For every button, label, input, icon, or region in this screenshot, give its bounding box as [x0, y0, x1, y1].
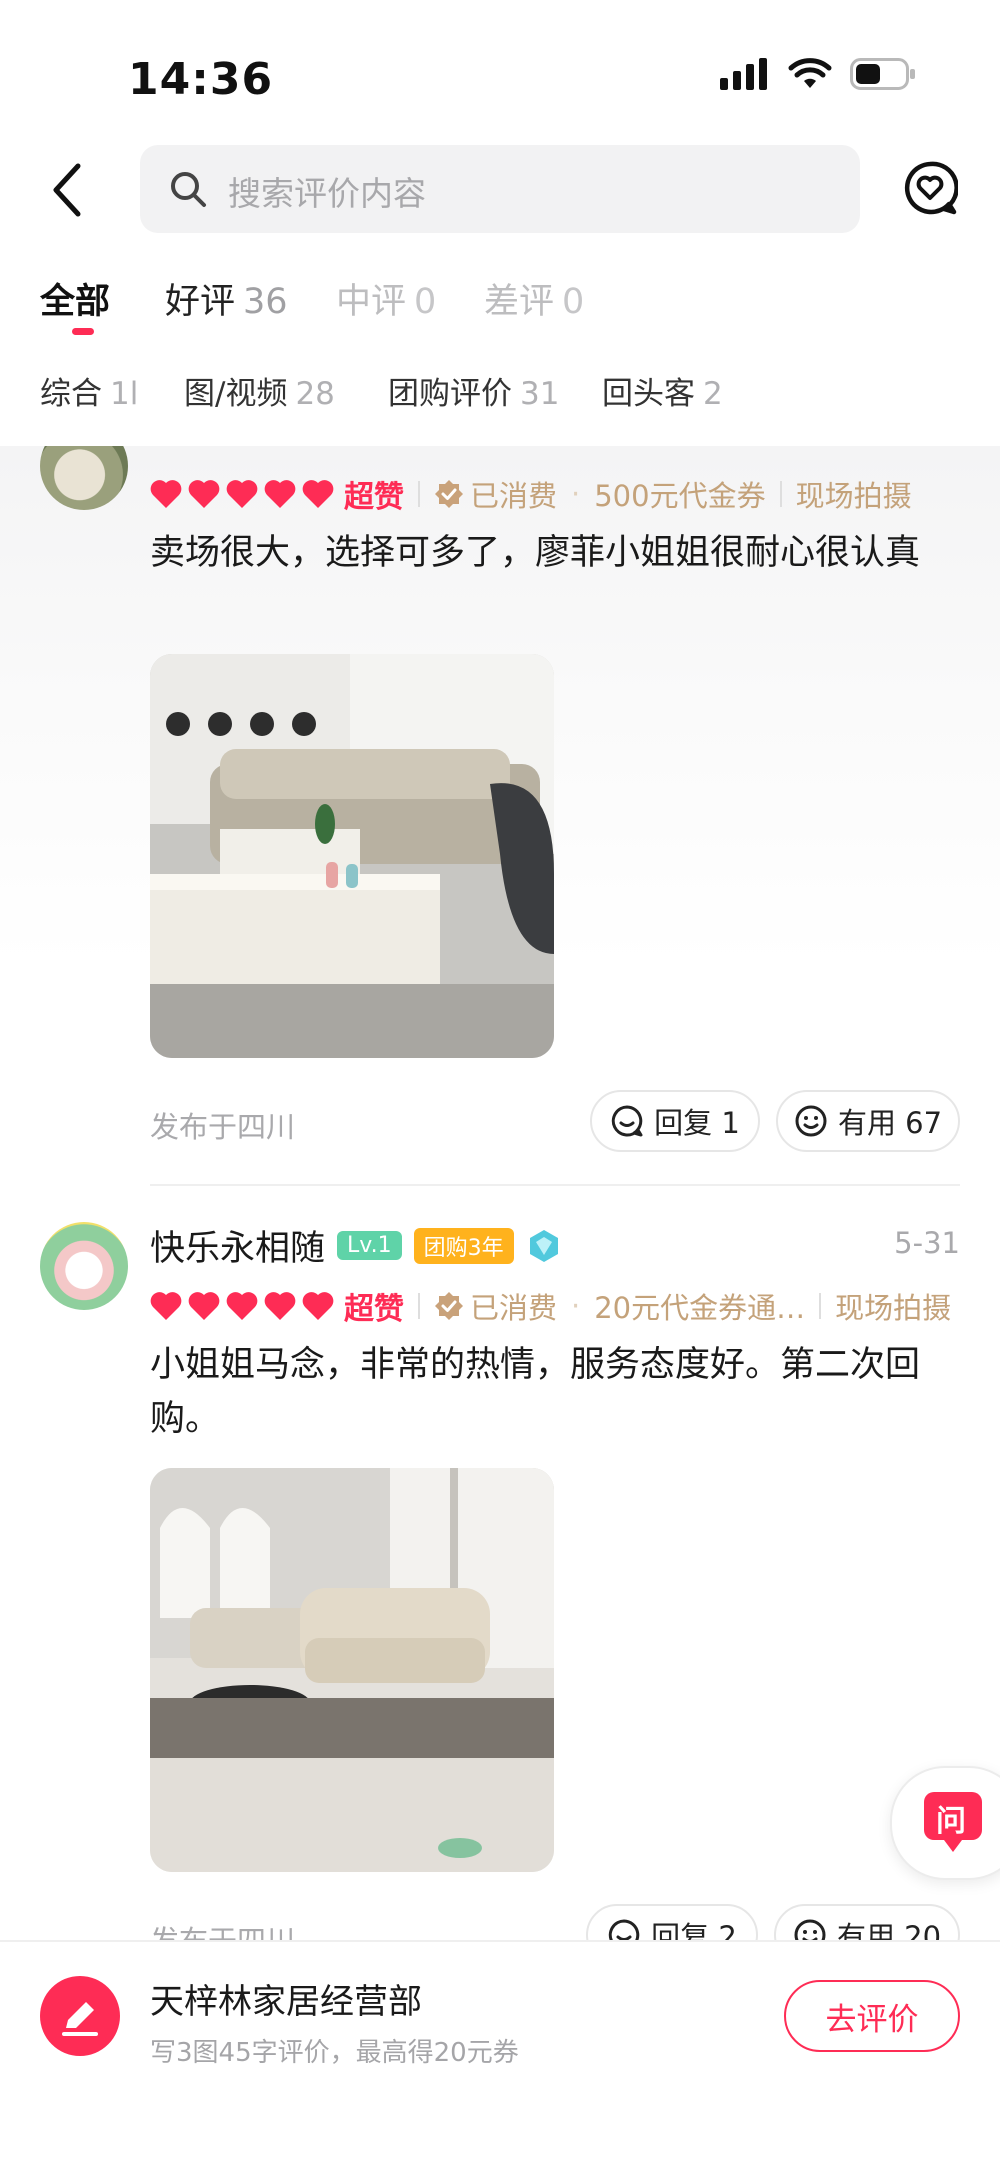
comment-icon: [608, 1919, 640, 1940]
heart-icon: [150, 1292, 182, 1320]
review-photo[interactable]: [150, 654, 554, 1058]
filter-overall[interactable]: 综合 1l: [40, 368, 138, 413]
ask-float-button[interactable]: 问: [890, 1766, 1000, 1880]
tag-onsite-photo: 现场拍摄: [835, 1291, 952, 1325]
rating-row: 超赞 已消费 · 20元代金券通… 现场拍摄: [150, 1284, 951, 1328]
heart-icon: [188, 1292, 220, 1320]
write-review-button[interactable]: 去评价: [784, 1980, 960, 2052]
tab-all[interactable]: 全部: [40, 273, 110, 324]
write-review-icon[interactable]: [40, 1976, 120, 2056]
divider: [819, 1293, 822, 1319]
smile-icon: [795, 1105, 827, 1137]
tab-negative[interactable]: 差评 0: [484, 273, 584, 324]
heart-icon: [150, 480, 182, 508]
filter-group-buy[interactable]: 团购评价 31: [388, 368, 559, 413]
search-icon: [171, 172, 206, 207]
write-review-bar: 天梓林家居经营部 写3图45字评价，最高得20元券 去评价: [0, 1940, 1000, 2176]
heart-icon: [226, 480, 258, 508]
heart-icon: [302, 480, 334, 508]
rating-hearts: [150, 1291, 334, 1321]
level-badge: Lv.1: [337, 1231, 402, 1260]
heart-icon: [188, 480, 220, 508]
review-text: 小姐姐马念，非常的热情，服务态度好。第二次回购。: [150, 1345, 921, 1439]
username[interactable]: 快乐永相随: [150, 1220, 325, 1271]
review-divider: [150, 1184, 960, 1186]
back-arrow-icon[interactable]: [48, 162, 88, 218]
status-icons: [720, 58, 916, 90]
shop-name: 天梓林家居经营部: [150, 1982, 422, 2022]
filter-photo-video[interactable]: 图/视频 28: [184, 368, 335, 413]
rating-hearts: [150, 479, 334, 509]
sofa-showroom-image: [150, 654, 554, 1058]
tab-positive[interactable]: 好评 36: [165, 273, 288, 324]
consumption-info: 已消费 · 500元代金券: [434, 473, 766, 515]
useful-button[interactable]: 有用 67: [776, 1090, 960, 1152]
verified-badge-icon: [435, 480, 463, 508]
smile-icon: [794, 1919, 826, 1940]
filter-returning[interactable]: 回头客 2: [602, 368, 723, 413]
status-time: 14:36: [128, 54, 274, 105]
search-input[interactable]: 搜索评价内容: [140, 145, 860, 233]
review-text: 卖场很大，选择可多了，廖菲小姐姐很耐心很认真: [150, 533, 921, 573]
wifi-icon: [788, 58, 832, 88]
reward-hint: 写3图45字评价，最高得20元券: [150, 2038, 519, 2068]
review-photo[interactable]: [150, 1468, 554, 1872]
review-date: 5-31: [894, 1226, 960, 1260]
ask-label: 问: [936, 1804, 966, 1839]
group-buy-badge: 团购3年: [413, 1227, 514, 1264]
tab-neutral[interactable]: 中评 0: [336, 273, 436, 324]
post-location: 发布于四川: [150, 1918, 295, 1940]
pencil-icon: [62, 2002, 98, 2036]
useful-button[interactable]: 有用 20: [774, 1904, 960, 1940]
rating-label: 超赞: [344, 480, 404, 515]
divider: [418, 1293, 420, 1319]
reply-button[interactable]: 回复 1: [590, 1090, 760, 1152]
post-location: 发布于四川: [150, 1110, 296, 1144]
tab-indicator: [72, 328, 94, 335]
heart-chat-icon[interactable]: [902, 160, 958, 216]
search-placeholder: 搜索评价内容: [228, 174, 426, 213]
heart-icon: [264, 1292, 296, 1320]
divider: [418, 481, 420, 507]
tag-onsite-photo: 现场拍摄: [795, 479, 912, 513]
rating-row: 超赞 已消费 · 500元代金券 现场拍摄: [150, 472, 912, 516]
heart-icon: [264, 480, 296, 508]
heart-icon: [226, 1292, 258, 1320]
review-list[interactable]: 超赞 已消费 · 500元代金券 现场拍摄 卖场很大，选择可多了，廖菲小姐姐很耐心很…: [0, 446, 1000, 1940]
sofa-showroom-image: [150, 1468, 554, 1872]
heart-icon: [302, 1292, 334, 1320]
user-info: 快乐永相随 Lv.1 团购3年: [150, 1220, 562, 1271]
signal-icon: [720, 58, 767, 90]
avatar[interactable]: [40, 446, 128, 510]
comment-icon: [611, 1105, 643, 1137]
diamond-badge-icon: [529, 1229, 558, 1262]
rating-label: 超赞: [344, 1292, 404, 1327]
divider: [779, 481, 782, 507]
avatar[interactable]: [40, 1222, 128, 1310]
reply-button[interactable]: 回复 2: [586, 1904, 758, 1940]
battery-icon: [850, 58, 915, 90]
consumption-info: 已消费 · 20元代金券通…: [434, 1285, 805, 1327]
verified-badge-icon: [435, 1292, 463, 1320]
